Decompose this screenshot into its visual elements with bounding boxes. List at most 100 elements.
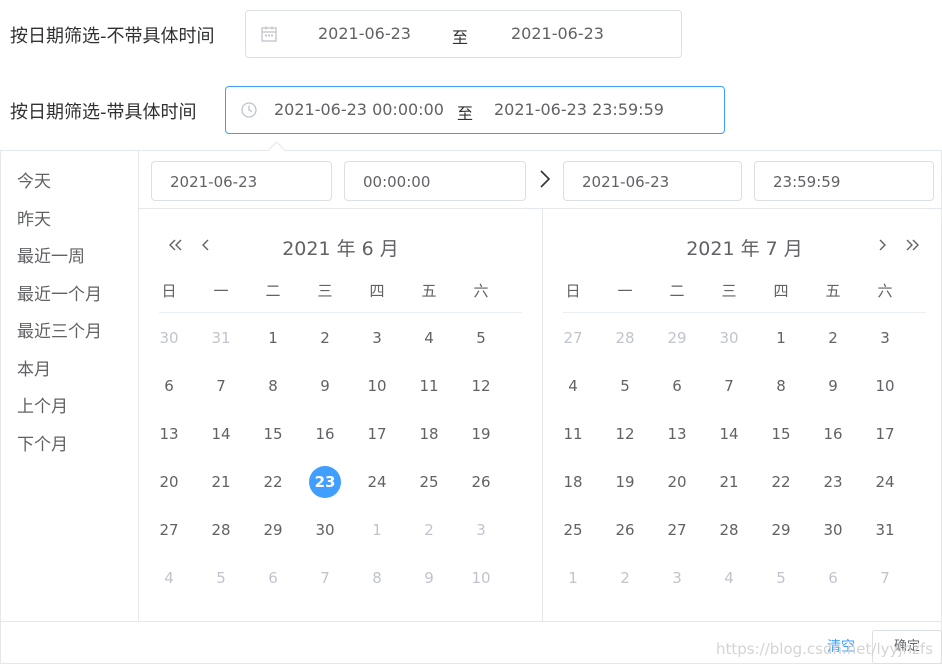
end-time-input[interactable]: 23:59:59 [754, 161, 934, 201]
calendar-day[interactable]: 23 [817, 466, 849, 498]
calendar-day[interactable]: 8 [257, 370, 289, 402]
shortcut-previous-month[interactable]: 上个月 [17, 392, 68, 417]
calendar-day[interactable]: 4 [557, 370, 589, 402]
start-date-input[interactable]: 2021-06-23 [151, 161, 332, 201]
calendar-day[interactable]: 3 [465, 514, 497, 546]
calendar-day[interactable]: 2 [413, 514, 445, 546]
calendar-day[interactable]: 30 [153, 322, 185, 354]
datetime-range-input[interactable]: 2021-06-23 00:00:00 至 2021-06-23 23:59:5… [225, 86, 725, 134]
calendar-day[interactable]: 16 [309, 418, 341, 450]
calendar-day[interactable]: 29 [765, 514, 797, 546]
shortcut-last-month[interactable]: 最近一个月 [17, 280, 102, 305]
calendar-day[interactable]: 6 [661, 370, 693, 402]
calendar-day[interactable]: 6 [153, 370, 185, 402]
calendar-day[interactable]: 14 [713, 418, 745, 450]
calendar-day[interactable]: 8 [765, 370, 797, 402]
end-date-input[interactable]: 2021-06-23 [563, 161, 742, 201]
calendar-day[interactable]: 2 [817, 322, 849, 354]
calendar-day[interactable]: 28 [609, 322, 641, 354]
range-end-date[interactable]: 2021-06-23 [511, 24, 604, 43]
calendar-day[interactable]: 15 [257, 418, 289, 450]
calendar-day[interactable]: 4 [153, 562, 185, 594]
calendar-day[interactable]: 4 [413, 322, 445, 354]
calendar-day[interactable]: 6 [257, 562, 289, 594]
calendar-day[interactable]: 28 [713, 514, 745, 546]
calendar-day[interactable]: 26 [465, 466, 497, 498]
range-start-datetime[interactable]: 2021-06-23 00:00:00 [274, 100, 444, 119]
calendar-day[interactable]: 29 [257, 514, 289, 546]
calendar-day[interactable]: 3 [361, 322, 393, 354]
calendar-day[interactable]: 7 [713, 370, 745, 402]
calendar-day[interactable]: 28 [205, 514, 237, 546]
calendar-day[interactable]: 6 [817, 562, 849, 594]
calendar-day[interactable]: 18 [413, 418, 445, 450]
calendar-day[interactable]: 7 [309, 562, 341, 594]
calendar-day[interactable]: 27 [661, 514, 693, 546]
calendar-day[interactable]: 24 [361, 466, 393, 498]
calendar-day[interactable]: 26 [609, 514, 641, 546]
calendar-day[interactable]: 13 [153, 418, 185, 450]
calendar-day[interactable]: 8 [361, 562, 393, 594]
range-end-datetime[interactable]: 2021-06-23 23:59:59 [494, 100, 664, 119]
calendar-day[interactable]: 1 [361, 514, 393, 546]
shortcut-this-month[interactable]: 本月 [17, 355, 51, 380]
shortcut-last-three-months[interactable]: 最近三个月 [17, 317, 102, 342]
calendar-day[interactable]: 27 [153, 514, 185, 546]
calendar-day[interactable]: 25 [413, 466, 445, 498]
calendar-day[interactable]: 13 [661, 418, 693, 450]
calendar-day[interactable]: 5 [765, 562, 797, 594]
calendar-day[interactable]: 25 [557, 514, 589, 546]
calendar-day[interactable]: 15 [765, 418, 797, 450]
calendar-day[interactable]: 19 [609, 466, 641, 498]
date-range-input[interactable]: 2021-06-23 至 2021-06-23 [245, 10, 682, 58]
calendar-day[interactable]: 12 [609, 418, 641, 450]
calendar-day[interactable]: 31 [205, 322, 237, 354]
calendar-day[interactable]: 5 [609, 370, 641, 402]
calendar-day[interactable]: 31 [869, 514, 901, 546]
calendar-day[interactable]: 14 [205, 418, 237, 450]
calendar-day[interactable]: 18 [557, 466, 589, 498]
calendar-day[interactable]: 9 [413, 562, 445, 594]
calendar-day-selected[interactable]: 23 [309, 466, 341, 498]
calendar-day[interactable]: 16 [817, 418, 849, 450]
calendar-day[interactable]: 17 [869, 418, 901, 450]
shortcut-yesterday[interactable]: 昨天 [17, 205, 51, 230]
calendar-day[interactable]: 10 [869, 370, 901, 402]
calendar-day[interactable]: 30 [817, 514, 849, 546]
calendar-day[interactable]: 29 [661, 322, 693, 354]
calendar-day[interactable]: 27 [557, 322, 589, 354]
calendar-day[interactable]: 5 [205, 562, 237, 594]
calendar-day[interactable]: 19 [465, 418, 497, 450]
calendar-day[interactable]: 2 [609, 562, 641, 594]
calendar-day[interactable]: 10 [361, 370, 393, 402]
calendar-day[interactable]: 7 [869, 562, 901, 594]
calendar-day[interactable]: 20 [661, 466, 693, 498]
calendar-day[interactable]: 11 [557, 418, 589, 450]
calendar-day[interactable]: 9 [817, 370, 849, 402]
calendar-day[interactable]: 30 [309, 514, 341, 546]
calendar-day[interactable]: 21 [205, 466, 237, 498]
calendar-day[interactable]: 21 [713, 466, 745, 498]
calendar-day[interactable]: 10 [465, 562, 497, 594]
calendar-day[interactable]: 22 [765, 466, 797, 498]
calendar-day[interactable]: 20 [153, 466, 185, 498]
calendar-day[interactable]: 1 [257, 322, 289, 354]
calendar-day[interactable]: 22 [257, 466, 289, 498]
calendar-day[interactable]: 1 [765, 322, 797, 354]
start-time-input[interactable]: 00:00:00 [344, 161, 526, 201]
calendar-day[interactable]: 3 [661, 562, 693, 594]
calendar-day[interactable]: 4 [713, 562, 745, 594]
calendar-day[interactable]: 1 [557, 562, 589, 594]
calendar-day[interactable]: 3 [869, 322, 901, 354]
calendar-day[interactable]: 11 [413, 370, 445, 402]
calendar-day[interactable]: 5 [465, 322, 497, 354]
shortcut-next-month[interactable]: 下个月 [17, 430, 68, 455]
calendar-day[interactable]: 17 [361, 418, 393, 450]
shortcut-today[interactable]: 今天 [17, 167, 51, 192]
calendar-day[interactable]: 12 [465, 370, 497, 402]
calendar-day[interactable]: 7 [205, 370, 237, 402]
range-start-date[interactable]: 2021-06-23 [318, 24, 411, 43]
calendar-day[interactable]: 24 [869, 466, 901, 498]
calendar-day[interactable]: 30 [713, 322, 745, 354]
calendar-day[interactable]: 9 [309, 370, 341, 402]
